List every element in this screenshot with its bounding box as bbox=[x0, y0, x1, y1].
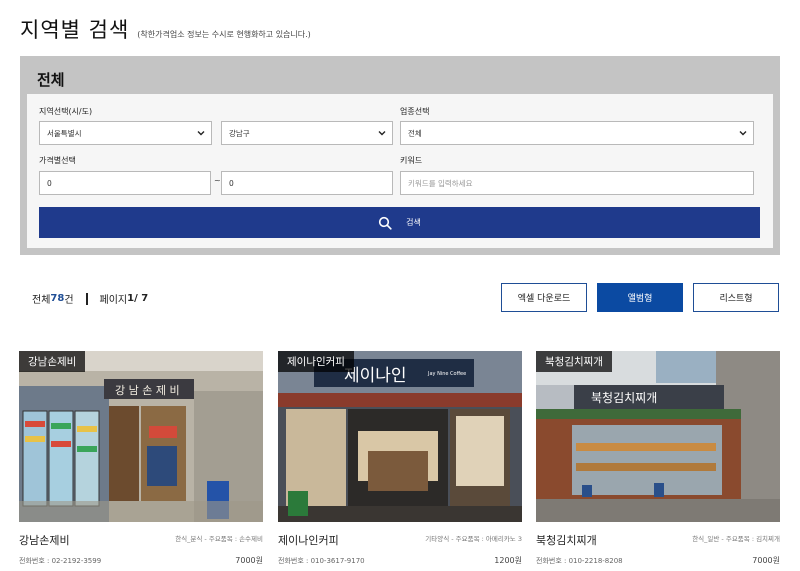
store-price: 7000원 bbox=[752, 556, 780, 565]
total-count: 78 bbox=[50, 293, 65, 304]
page-title: 지역별 검색 bbox=[20, 18, 130, 42]
sign-subtext: Jay Nine Coffee bbox=[427, 371, 466, 377]
page-subtitle: (착한가격업소 정보는 수시로 현행화하고 있습니다.) bbox=[137, 30, 311, 39]
page-total: / 7 bbox=[134, 293, 149, 304]
store-name: 제이나인커피 bbox=[278, 534, 339, 547]
district-select-value: 강남구 bbox=[229, 128, 250, 138]
price-min-input[interactable]: 0 bbox=[39, 171, 211, 195]
search-icon bbox=[379, 216, 392, 230]
sign-text: 북청김치찌개 bbox=[591, 391, 657, 405]
page-prefix: 페이지 bbox=[99, 295, 128, 306]
store-category: 한식_분식 - 주요품목 : 손수제비 bbox=[175, 535, 263, 543]
search-panel: 전체 지역선택(시/도) 서울특별시 강남구 업종선택 전체 가격별선택 0 ~… bbox=[20, 56, 780, 255]
album-view-button[interactable]: 앨범형 bbox=[597, 283, 683, 312]
industry-select-value: 전체 bbox=[408, 128, 422, 138]
price-label: 가격별선택 bbox=[39, 156, 76, 165]
store-photo: 강 남 손 제 비 강남손제비 bbox=[19, 351, 263, 522]
industry-label: 업종선택 bbox=[400, 107, 430, 116]
store-category: 기타양식 - 주요품목 : 아메리카노 3 bbox=[425, 535, 522, 543]
chevron-down-icon bbox=[739, 131, 747, 136]
city-select[interactable]: 서울특별시 bbox=[39, 121, 212, 145]
chevron-down-icon bbox=[197, 131, 205, 136]
store-photo: 제이나인 Jay Nine Coffee 제이나인커피 bbox=[278, 351, 522, 522]
store-photo-image: 북청김치찌개 bbox=[536, 351, 780, 522]
store-tag: 북청김치찌개 bbox=[536, 351, 612, 372]
price-range-separator: ~ bbox=[214, 176, 221, 185]
list-view-button[interactable]: 리스트형 bbox=[693, 283, 779, 312]
store-card[interactable]: 북청김치찌개 북청김치찌개 북청김치찌개 한식_일반 - 주요품목 : 김치찌개… bbox=[536, 351, 780, 571]
store-price: 7000원 bbox=[235, 556, 263, 565]
keyword-input[interactable]: 키워드를 입력하세요 bbox=[400, 171, 754, 195]
region-label: 지역선택(시/도) bbox=[39, 107, 93, 116]
store-photo-image: 제이나인 Jay Nine Coffee bbox=[278, 351, 522, 522]
store-photo-image: 강 남 손 제 비 bbox=[19, 351, 263, 522]
chevron-down-icon bbox=[378, 131, 386, 136]
keyword-label: 키워드 bbox=[400, 156, 423, 165]
store-price: 1200원 bbox=[494, 556, 522, 565]
store-card[interactable]: 강 남 손 제 비 강남손제비 강남손제비 한식_분식 - 주요품목 : 손수제… bbox=[19, 351, 263, 571]
total-suffix: 건 bbox=[64, 295, 74, 306]
total-prefix: 전체 bbox=[32, 295, 51, 306]
district-select[interactable]: 강남구 bbox=[221, 121, 393, 145]
store-card[interactable]: 제이나인 Jay Nine Coffee 제이나인커피 제이나인커피 기타양식 … bbox=[278, 351, 522, 571]
search-form: 지역선택(시/도) 서울특별시 강남구 업종선택 전체 가격별선택 0 ~ 0 … bbox=[27, 94, 773, 248]
price-min-value: 0 bbox=[47, 178, 52, 188]
price-max-value: 0 bbox=[229, 178, 234, 188]
result-summary: 전체 78 건 페이지 1 / 7 bbox=[32, 291, 148, 306]
city-select-value: 서울특별시 bbox=[47, 128, 82, 138]
store-phone: 전화번호 : 02-2192-3599 bbox=[19, 557, 102, 565]
store-phone: 전화번호 : 010-3617-9170 bbox=[278, 557, 365, 565]
store-photo: 북청김치찌개 북청김치찌개 bbox=[536, 351, 780, 522]
store-phone: 전화번호 : 010-2218-8208 bbox=[536, 557, 623, 565]
store-name: 북청김치찌개 bbox=[536, 534, 597, 547]
search-button[interactable]: 검색 bbox=[39, 207, 760, 238]
price-max-input[interactable]: 0 bbox=[221, 171, 393, 195]
sign-text: 강 남 손 제 비 bbox=[115, 384, 180, 397]
search-button-label: 검색 bbox=[406, 218, 421, 227]
store-name: 강남손제비 bbox=[19, 534, 70, 547]
summary-divider bbox=[85, 292, 88, 305]
industry-select[interactable]: 전체 bbox=[400, 121, 754, 145]
page-title-group: 지역별 검색 (착한가격업소 정보는 수시로 현행화하고 있습니다.) bbox=[20, 14, 311, 44]
page-current: 1 bbox=[127, 293, 135, 304]
store-tag: 제이나인커피 bbox=[278, 351, 354, 372]
excel-download-button[interactable]: 엑셀 다운로드 bbox=[501, 283, 587, 312]
panel-title: 전체 bbox=[37, 71, 65, 89]
keyword-placeholder: 키워드를 입력하세요 bbox=[408, 178, 473, 188]
store-category: 한식_일반 - 주요품목 : 김치찌개 bbox=[692, 535, 780, 543]
store-tag: 강남손제비 bbox=[19, 351, 86, 372]
